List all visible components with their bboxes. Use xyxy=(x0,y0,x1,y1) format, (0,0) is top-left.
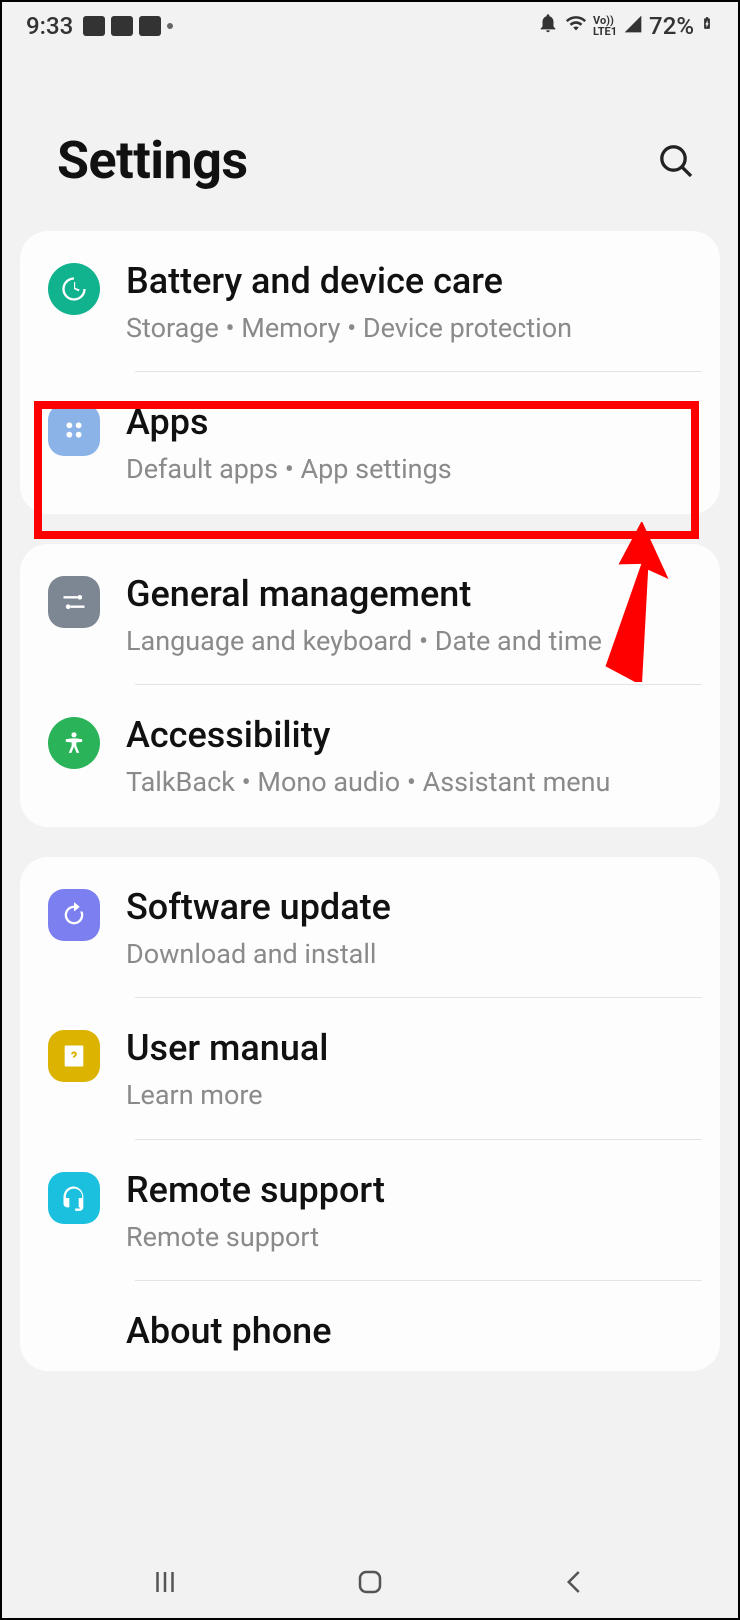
volte-indicator: Vo))LTE1 xyxy=(593,15,617,37)
item-title: Software update xyxy=(126,885,706,930)
more-notifications-dot xyxy=(167,23,173,29)
settings-item-general-management[interactable]: General management Language and keyboard… xyxy=(20,544,720,685)
settings-item-software-update[interactable]: Software update Download and install xyxy=(20,857,720,998)
settings-item-apps[interactable]: Apps Default apps • App settings xyxy=(20,372,720,513)
settings-item-battery-device-care[interactable]: Battery and device care Storage • Memory… xyxy=(20,231,720,372)
settings-item-about-phone[interactable]: About phone xyxy=(20,1281,720,1371)
back-icon xyxy=(560,1567,590,1597)
item-title: General management xyxy=(126,572,706,617)
settings-item-user-manual[interactable]: User manual Learn more xyxy=(20,998,720,1139)
item-title: User manual xyxy=(126,1026,706,1071)
outlook-icon xyxy=(83,16,105,36)
person-icon xyxy=(48,717,100,769)
status-time: 9:33 xyxy=(26,12,73,40)
page-title: Settings xyxy=(57,130,248,191)
item-title: Remote support xyxy=(126,1168,706,1213)
apps-icon xyxy=(48,404,100,456)
alarm-icon xyxy=(537,12,559,40)
item-title: Apps xyxy=(126,400,706,445)
header: Settings xyxy=(2,50,738,231)
item-title: Accessibility xyxy=(126,713,706,758)
item-subtitle: Storage • Memory • Device protection xyxy=(126,310,706,346)
home-button[interactable] xyxy=(340,1562,400,1602)
item-title: Battery and device care xyxy=(126,259,706,304)
item-subtitle: Default apps • App settings xyxy=(126,451,706,487)
signal-icon xyxy=(623,12,643,40)
status-bar: 9:33 Vo))LTE1 72% xyxy=(2,2,738,50)
battery-icon xyxy=(700,12,714,40)
home-icon xyxy=(355,1567,385,1597)
recents-icon xyxy=(150,1567,180,1597)
item-subtitle: Remote support xyxy=(126,1219,706,1255)
settings-item-accessibility[interactable]: Accessibility TalkBack • Mono audio • As… xyxy=(20,685,720,826)
recents-button[interactable] xyxy=(135,1562,195,1602)
info-icon xyxy=(48,1313,100,1365)
settings-group: Battery and device care Storage • Memory… xyxy=(20,231,720,514)
settings-group: General management Language and keyboard… xyxy=(20,544,720,827)
back-button[interactable] xyxy=(545,1562,605,1602)
settings-item-remote-support[interactable]: Remote support Remote support xyxy=(20,1140,720,1281)
settings-list: Battery and device care Storage • Memory… xyxy=(2,231,738,1546)
search-button[interactable] xyxy=(654,139,698,183)
wifi-icon xyxy=(565,12,587,40)
search-icon xyxy=(656,141,696,181)
item-subtitle: Language and keyboard • Date and time xyxy=(126,623,706,659)
sliders-icon xyxy=(48,576,100,628)
headset-icon xyxy=(48,1172,100,1224)
manual-icon xyxy=(48,1030,100,1082)
battery-percent: 72% xyxy=(649,12,694,40)
settings-group: Software update Download and install Use… xyxy=(20,857,720,1371)
status-notification-icons xyxy=(83,16,173,36)
gallery-icon xyxy=(139,16,161,36)
device-care-icon xyxy=(48,263,100,315)
item-subtitle: Learn more xyxy=(126,1077,706,1113)
item-title: About phone xyxy=(126,1309,706,1354)
item-subtitle: Download and install xyxy=(126,936,706,972)
update-icon xyxy=(48,889,100,941)
item-subtitle: TalkBack • Mono audio • Assistant menu xyxy=(126,764,706,800)
youtube-icon xyxy=(111,16,133,36)
navigation-bar xyxy=(2,1546,738,1618)
